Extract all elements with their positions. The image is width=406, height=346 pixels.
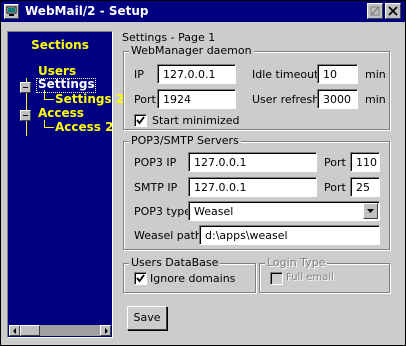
pop3-type-value: Weasel	[194, 205, 234, 218]
scroll-thumb[interactable]	[20, 325, 40, 336]
scroll-left-button[interactable]	[9, 325, 20, 336]
weasel-path-input[interactable]: d:\apps\weasel	[199, 225, 380, 245]
chevron-down-icon	[367, 209, 374, 213]
sidebar-item-access-2[interactable]: Access 2	[55, 120, 113, 134]
pop3-port-label: Port	[324, 156, 346, 169]
pop3-smtp-group: POP3/SMTP Servers POP3 IP 127.0.0.1 Port…	[123, 134, 390, 250]
pop3-ip-input[interactable]: 127.0.0.1	[188, 152, 317, 172]
dropdown-button[interactable]	[363, 203, 378, 219]
idle-unit: min	[365, 68, 386, 81]
sidebar-item-users[interactable]: Users	[38, 64, 76, 78]
sections-tree[interactable]: Sections Users Settings Settings 2 Acces…	[7, 31, 124, 338]
setup-window: WebMail/2 - Setup Sections Users Setting…	[0, 0, 406, 346]
pop3-ip-label: POP3 IP	[134, 156, 177, 169]
start-minimized-label[interactable]: Start minimized	[152, 114, 239, 127]
webmanager-legend: WebManager daemon	[129, 44, 254, 57]
user-refresh-input[interactable]: 3000	[317, 89, 358, 109]
idle-timeout-input[interactable]: 10	[317, 64, 358, 84]
save-button[interactable]: Save	[127, 306, 167, 330]
close-button[interactable]	[385, 3, 401, 19]
start-minimized-checkbox[interactable]	[134, 114, 147, 127]
pop3-smtp-legend: POP3/SMTP Servers	[129, 134, 241, 147]
pop3-port-input[interactable]: 110	[350, 152, 380, 172]
ip-input[interactable]: 127.0.0.1	[157, 64, 236, 84]
tree-connector	[44, 99, 54, 100]
title-bar[interactable]: WebMail/2 - Setup	[1, 1, 405, 22]
pop3-type-select[interactable]: Weasel	[188, 201, 380, 221]
restore-button[interactable]	[367, 3, 383, 19]
users-database-legend: Users DataBase	[129, 256, 221, 269]
weasel-path-label: Weasel path	[134, 229, 202, 242]
smtp-ip-input[interactable]: 127.0.0.1	[188, 177, 317, 197]
arrow-right-icon	[105, 328, 108, 334]
smtp-port-input[interactable]: 25	[350, 177, 380, 197]
close-icon	[388, 6, 398, 16]
ignore-domains-label[interactable]: Ignore domains	[150, 272, 235, 285]
login-type-group: Login Type Full email	[259, 256, 390, 293]
collapse-settings-toggle[interactable]	[20, 82, 31, 93]
user-refresh-label: User refresh	[252, 93, 320, 106]
arrow-left-icon	[13, 328, 16, 334]
users-database-group: Users DataBase Ignore domains	[123, 256, 256, 293]
computer-icon[interactable]	[4, 4, 19, 19]
restore-icon	[370, 6, 380, 16]
pop3-type-label: POP3 type	[134, 205, 191, 218]
login-type-legend: Login Type	[265, 256, 328, 269]
collapse-access-toggle[interactable]	[20, 110, 31, 121]
ignore-domains-checkbox[interactable]	[134, 272, 147, 285]
idle-timeout-label: Idle timeout	[252, 68, 319, 81]
ip-label: IP	[134, 68, 144, 81]
checkmark-icon	[136, 116, 145, 125]
smtp-port-label: Port	[324, 181, 346, 194]
window-title: WebMail/2 - Setup	[25, 4, 149, 18]
sidebar-item-settings-2[interactable]: Settings 2	[55, 92, 124, 106]
page-title: Settings - Page 1	[122, 31, 216, 44]
port-label: Port	[134, 93, 156, 106]
refresh-unit: min	[365, 93, 386, 106]
sidebar-item-settings[interactable]: Settings	[38, 77, 95, 91]
sidebar-item-access[interactable]: Access	[38, 106, 84, 120]
horizontal-scrollbar[interactable]	[9, 325, 111, 336]
sections-title: Sections	[31, 38, 89, 52]
scroll-right-button[interactable]	[100, 325, 111, 336]
full-email-checkbox	[270, 272, 283, 285]
webmanager-group: WebManager daemon IP 127.0.0.1 Idle time…	[123, 44, 390, 130]
checkmark-icon	[136, 274, 145, 283]
port-input[interactable]: 1924	[157, 89, 236, 109]
smtp-ip-label: SMTP IP	[134, 181, 178, 194]
tree-connector	[44, 127, 54, 128]
full-email-label: Full email	[286, 272, 334, 283]
